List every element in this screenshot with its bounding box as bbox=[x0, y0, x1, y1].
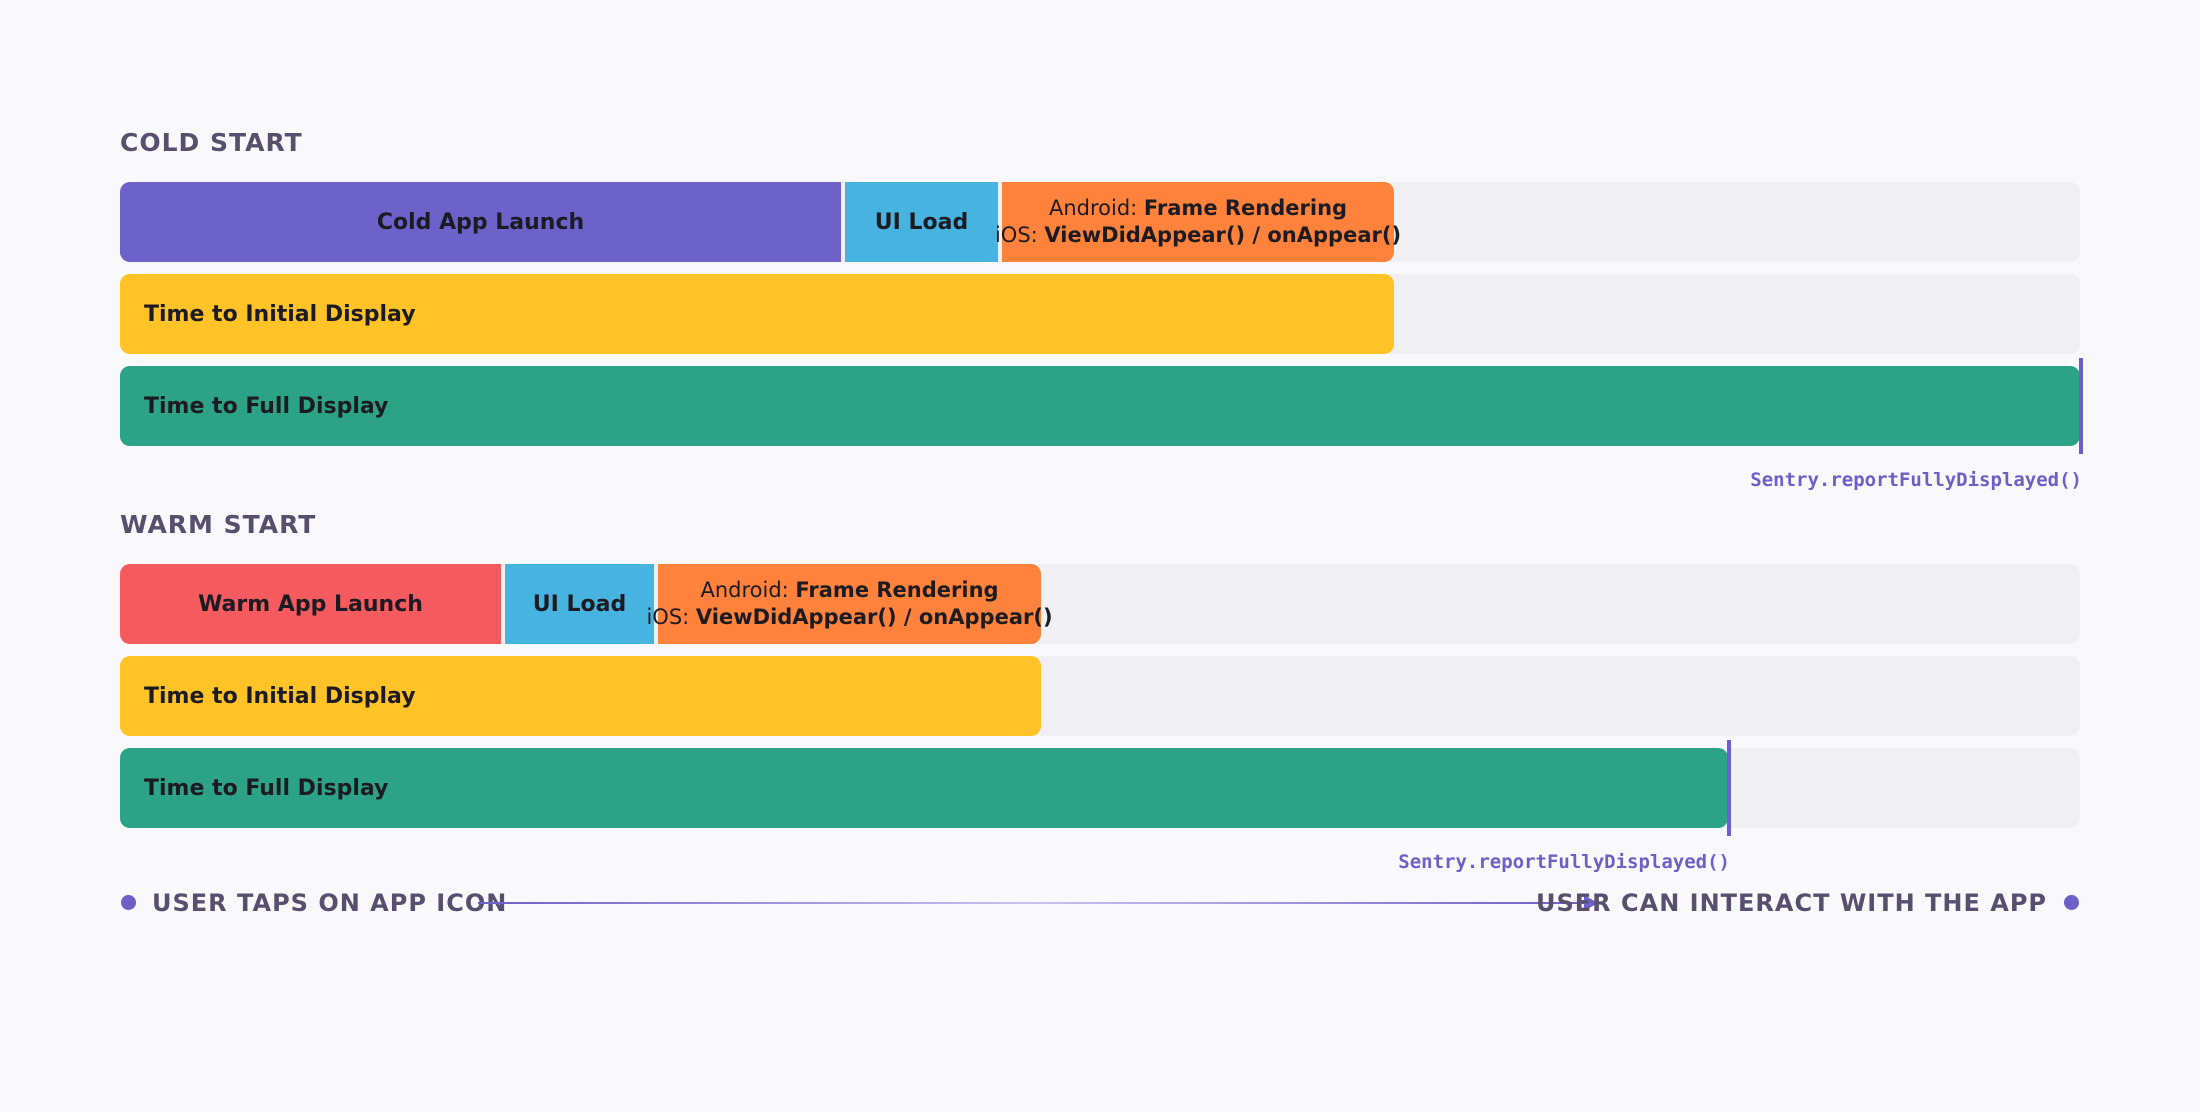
cold-frame-android-line: Android: Frame Rendering bbox=[1049, 195, 1347, 222]
warm-ui-load-segment: UI Load bbox=[505, 564, 654, 644]
cold-ui-load-segment: UI Load bbox=[845, 182, 998, 262]
cold-frame-ios-line: iOS: ViewDidAppear() / onAppear() bbox=[995, 222, 1401, 249]
cold-app-launch-label: Cold App Launch bbox=[376, 209, 585, 235]
cold-initial-display-track: Time to Initial Display bbox=[120, 274, 2080, 354]
warm-app-launch-segment: Warm App Launch bbox=[120, 564, 501, 644]
warm-initial-display-track: Time to Initial Display bbox=[120, 656, 2080, 736]
warm-frame-rendering-segment: Android: Frame Rendering iOS: ViewDidApp… bbox=[646, 564, 1053, 644]
flow-start-label: USER TAPS ON APP ICON bbox=[152, 889, 508, 917]
warm-app-launch-label: Warm App Launch bbox=[198, 591, 423, 617]
cold-ui-load-label: UI Load bbox=[874, 209, 969, 235]
cold-full-display-label: Time to Full Display bbox=[144, 393, 389, 419]
cold-frame-rendering-segment: Android: Frame Rendering iOS: ViewDidApp… bbox=[995, 182, 1401, 262]
flow-arrow-line bbox=[478, 902, 1586, 904]
warm-fully-displayed-label: Sentry.reportFullyDisplayed() bbox=[1398, 851, 1730, 873]
warm-frame-android-line: Android: Frame Rendering bbox=[700, 577, 998, 604]
cold-ios-value: ViewDidAppear() / onAppear() bbox=[1044, 223, 1402, 247]
warm-ios-value: ViewDidAppear() / onAppear() bbox=[695, 605, 1053, 629]
warm-fully-displayed-marker bbox=[1727, 740, 1731, 836]
cold-phase-track: Cold App Launch UI Load Android: Frame R… bbox=[120, 182, 2080, 262]
cold-android-prefix: Android: bbox=[1048, 196, 1144, 220]
cold-android-value: Frame Rendering bbox=[1143, 196, 1348, 220]
warm-full-display-track: Time to Full Display bbox=[120, 748, 2080, 828]
warm-full-display-label: Time to Full Display bbox=[144, 775, 389, 801]
cold-initial-display-bar: Time to Initial Display bbox=[120, 274, 1394, 354]
warm-android-prefix: Android: bbox=[700, 578, 796, 602]
warm-phase-track: Warm App Launch UI Load Android: Frame R… bbox=[120, 564, 2080, 644]
flow-end-dot bbox=[2064, 895, 2079, 910]
cold-full-display-bar: Time to Full Display bbox=[120, 366, 2080, 446]
cold-fully-displayed-marker bbox=[2079, 358, 2083, 454]
flow-end-label: USER CAN INTERACT WITH THE APP bbox=[1536, 889, 2047, 917]
warm-android-value: Frame Rendering bbox=[795, 578, 999, 602]
cold-ios-prefix: iOS: bbox=[994, 223, 1045, 247]
warm-ios-prefix: iOS: bbox=[646, 605, 696, 629]
warm-start-title: WARM START bbox=[120, 510, 317, 539]
cold-initial-display-label: Time to Initial Display bbox=[144, 301, 416, 327]
flow-start-dot bbox=[121, 895, 136, 910]
cold-start-title: COLD START bbox=[120, 128, 303, 157]
warm-initial-display-bar: Time to Initial Display bbox=[120, 656, 1041, 736]
warm-initial-display-label: Time to Initial Display bbox=[144, 683, 416, 709]
cold-full-display-track: Time to Full Display bbox=[120, 366, 2080, 446]
warm-frame-ios-line: iOS: ViewDidAppear() / onAppear() bbox=[646, 604, 1052, 631]
cold-fully-displayed-label: Sentry.reportFullyDisplayed() bbox=[1750, 469, 2082, 491]
warm-full-display-bar: Time to Full Display bbox=[120, 748, 1728, 828]
cold-app-launch-segment: Cold App Launch bbox=[120, 182, 841, 262]
warm-ui-load-label: UI Load bbox=[532, 591, 627, 617]
